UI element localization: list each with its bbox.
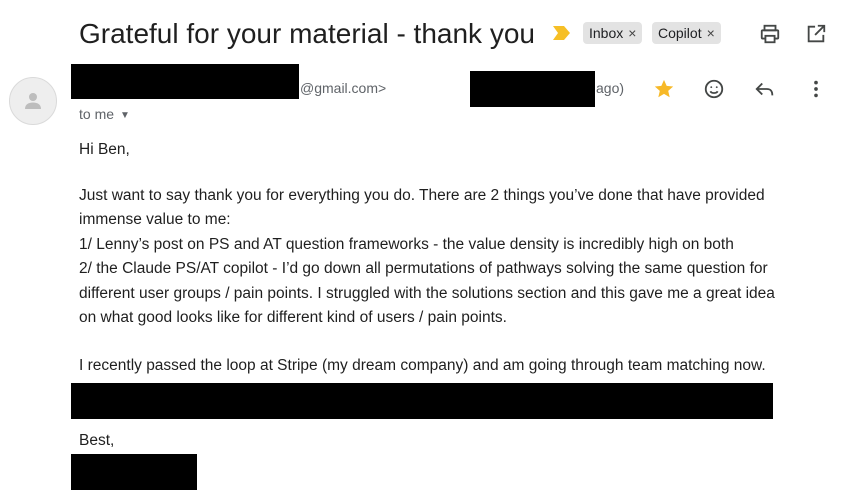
- email-signoff: Best,: [79, 432, 115, 449]
- reply-icon[interactable]: [754, 78, 776, 100]
- body-line: on what good looks like for different ki…: [79, 308, 507, 326]
- remove-label-copilot-icon[interactable]: ×: [707, 25, 715, 41]
- redacted-sender-name: [71, 64, 299, 99]
- open-in-new-window-icon[interactable]: [805, 23, 827, 45]
- importance-marker-icon[interactable]: [553, 26, 570, 40]
- label-chip-inbox: Inbox ×: [583, 22, 643, 44]
- relative-date-suffix: ago): [596, 80, 625, 96]
- body-line: immense value to me:: [79, 211, 231, 229]
- redacted-signature: [71, 454, 197, 490]
- body-line: 1/ Lenny’s post on PS and AT question fr…: [79, 235, 734, 253]
- email-subject: Grateful for your material - thank you: [79, 18, 535, 49]
- body-line: Just want to say thank you for everythin…: [79, 187, 765, 204]
- body-line: 2/ the Claude PS/AT copilot - I’d go dow…: [79, 260, 768, 278]
- more-vertical-icon[interactable]: [805, 78, 827, 100]
- recipient-line: to me: [79, 106, 115, 122]
- email-closing-paragraph: I recently passed the loop at Stripe (my…: [79, 357, 766, 374]
- print-icon[interactable]: [759, 23, 781, 45]
- redacted-date: [470, 71, 595, 107]
- sender-avatar[interactable]: [9, 77, 57, 125]
- redacted-body-line: [71, 383, 773, 419]
- label-chip-copilot: Copilot ×: [652, 22, 721, 44]
- label-chip-name: Inbox: [589, 25, 624, 41]
- body-line: different user groups / pain points. I s…: [79, 284, 775, 302]
- sender-email-domain: @gmail.com>: [300, 80, 387, 96]
- person-avatar-icon: [21, 89, 45, 113]
- email-body-paragraph: Just want to say thank you for everythin…: [79, 186, 775, 332]
- caret-down-icon: ▼: [120, 110, 130, 121]
- star-icon[interactable]: [653, 78, 675, 100]
- email-greeting: Hi Ben,: [79, 141, 130, 158]
- remove-label-inbox-icon[interactable]: ×: [628, 25, 636, 41]
- label-chip-name: Copilot: [658, 25, 702, 41]
- recipient-details-toggle[interactable]: to me ▼: [79, 106, 130, 122]
- emoji-reaction-icon[interactable]: [703, 78, 725, 100]
